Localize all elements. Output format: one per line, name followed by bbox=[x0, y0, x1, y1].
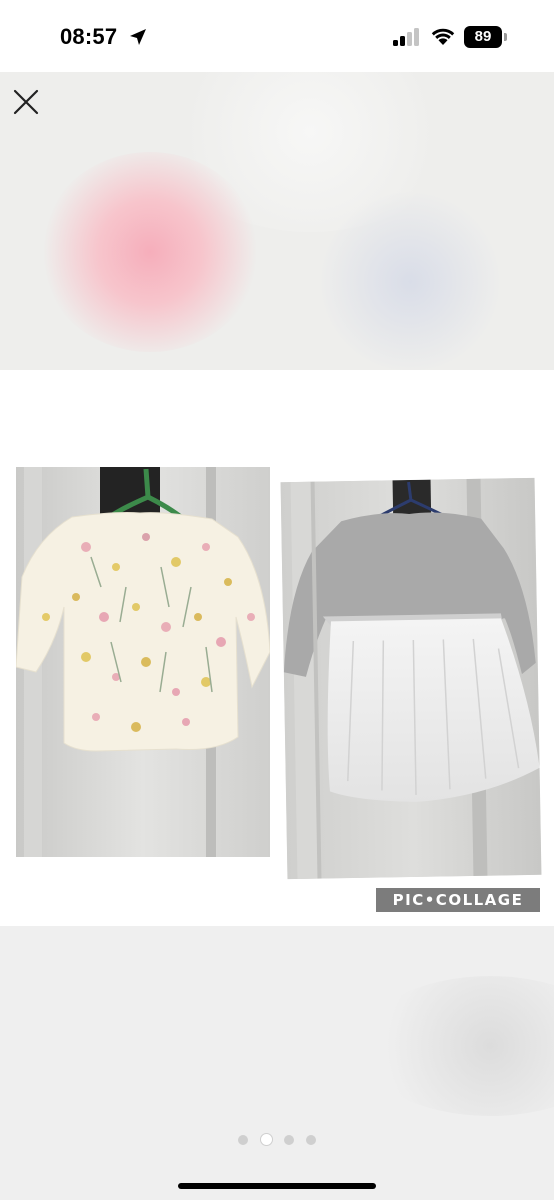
wifi-icon bbox=[431, 28, 455, 45]
pic-collage-watermark: PIC•COLLAGE bbox=[376, 888, 540, 912]
battery-level: 89 bbox=[474, 28, 492, 45]
location-arrow-icon bbox=[130, 29, 146, 45]
page-dot-2-active[interactable] bbox=[260, 1133, 273, 1146]
page-dot-3[interactable] bbox=[284, 1135, 294, 1145]
photo-collage[interactable]: PIC•COLLAGE bbox=[0, 370, 554, 926]
clock-time: 08:57 bbox=[60, 24, 118, 49]
page-dot-1[interactable] bbox=[238, 1135, 248, 1145]
page-dot-4[interactable] bbox=[306, 1135, 316, 1145]
grey-dress-photo bbox=[280, 477, 542, 880]
blurred-preview-bottom bbox=[0, 926, 554, 1200]
page-indicator bbox=[236, 1132, 320, 1148]
blurred-preview-top bbox=[0, 72, 554, 370]
home-indicator[interactable] bbox=[178, 1183, 376, 1189]
signal-bars-icon bbox=[393, 28, 419, 46]
status-bar: 08:57 89 bbox=[0, 0, 554, 72]
battery-icon: 89 bbox=[464, 26, 508, 48]
floral-top-photo bbox=[16, 467, 270, 857]
watermark-text: PIC•COLLAGE bbox=[392, 891, 524, 909]
close-icon[interactable] bbox=[10, 86, 42, 118]
